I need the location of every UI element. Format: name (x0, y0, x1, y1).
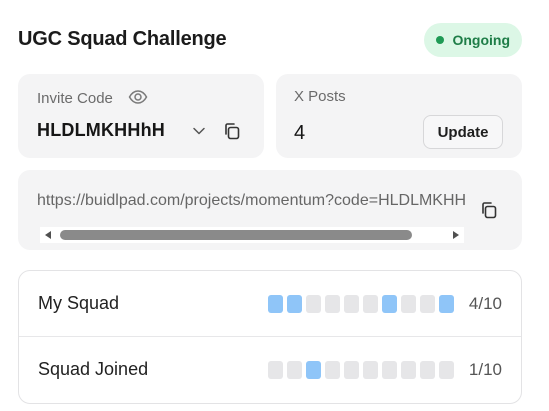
slot-empty (439, 361, 454, 379)
x-posts-card: X Posts 4 Update (276, 74, 522, 158)
invite-code-card: Invite Code HLDLMKHHhH (18, 74, 264, 158)
slot-filled (268, 295, 283, 313)
scroll-left-arrow-icon[interactable] (45, 231, 51, 239)
x-posts-count: 4 (294, 122, 306, 144)
slot-filled (382, 295, 397, 313)
slot-empty (268, 361, 283, 379)
slot-empty (363, 361, 378, 379)
stat-label: Squad Joined (38, 359, 149, 379)
invite-link-url[interactable]: https://buidlpad.com/projects/momentum?c… (37, 192, 467, 210)
status-badge-label: Ongoing (452, 32, 510, 48)
slot-empty (420, 295, 435, 313)
eye-icon[interactable] (128, 89, 148, 105)
stat-label: My Squad (38, 293, 120, 313)
copy-icon[interactable] (480, 201, 498, 219)
slot-empty (382, 361, 397, 379)
scroll-right-arrow-icon[interactable] (453, 231, 459, 239)
slot-empty (344, 361, 359, 379)
slot-filled (306, 361, 321, 379)
x-posts-label: X Posts (294, 88, 346, 105)
slot-empty (420, 361, 435, 379)
stat-count: 4/10 (468, 294, 502, 313)
update-button[interactable]: Update (423, 115, 503, 149)
chevron-down-icon[interactable] (192, 124, 206, 138)
copy-icon[interactable] (223, 122, 241, 140)
invite-code-label: Invite Code (37, 90, 113, 107)
status-badge: Ongoing (424, 23, 522, 57)
invite-code-value: HLDLMKHHhH (37, 120, 165, 140)
squad-slots (268, 361, 454, 379)
stat-row-squad-joined: Squad Joined 1/10 (19, 337, 521, 403)
header: UGC Squad Challenge Ongoing (18, 22, 522, 58)
slot-empty (306, 295, 321, 313)
slot-empty (401, 361, 416, 379)
status-dot-icon (436, 36, 445, 44)
page-title: UGC Squad Challenge (18, 28, 227, 50)
squad-slots (268, 295, 454, 313)
stat-count: 1/10 (468, 360, 502, 379)
slot-empty (363, 295, 378, 313)
slot-empty (325, 361, 340, 379)
slot-empty (325, 295, 340, 313)
invite-link-card: https://buidlpad.com/projects/momentum?c… (18, 170, 522, 250)
stat-row-my-squad: My Squad 4/10 (19, 271, 521, 337)
slot-empty (287, 361, 302, 379)
slot-filled (287, 295, 302, 313)
slot-empty (401, 295, 416, 313)
slot-filled (439, 295, 454, 313)
scrollbar-thumb[interactable] (60, 230, 412, 240)
squad-stats-panel: My Squad 4/10 Squad Joined 1/10 (18, 270, 522, 404)
slot-empty (344, 295, 359, 313)
horizontal-scrollbar[interactable] (40, 227, 464, 243)
